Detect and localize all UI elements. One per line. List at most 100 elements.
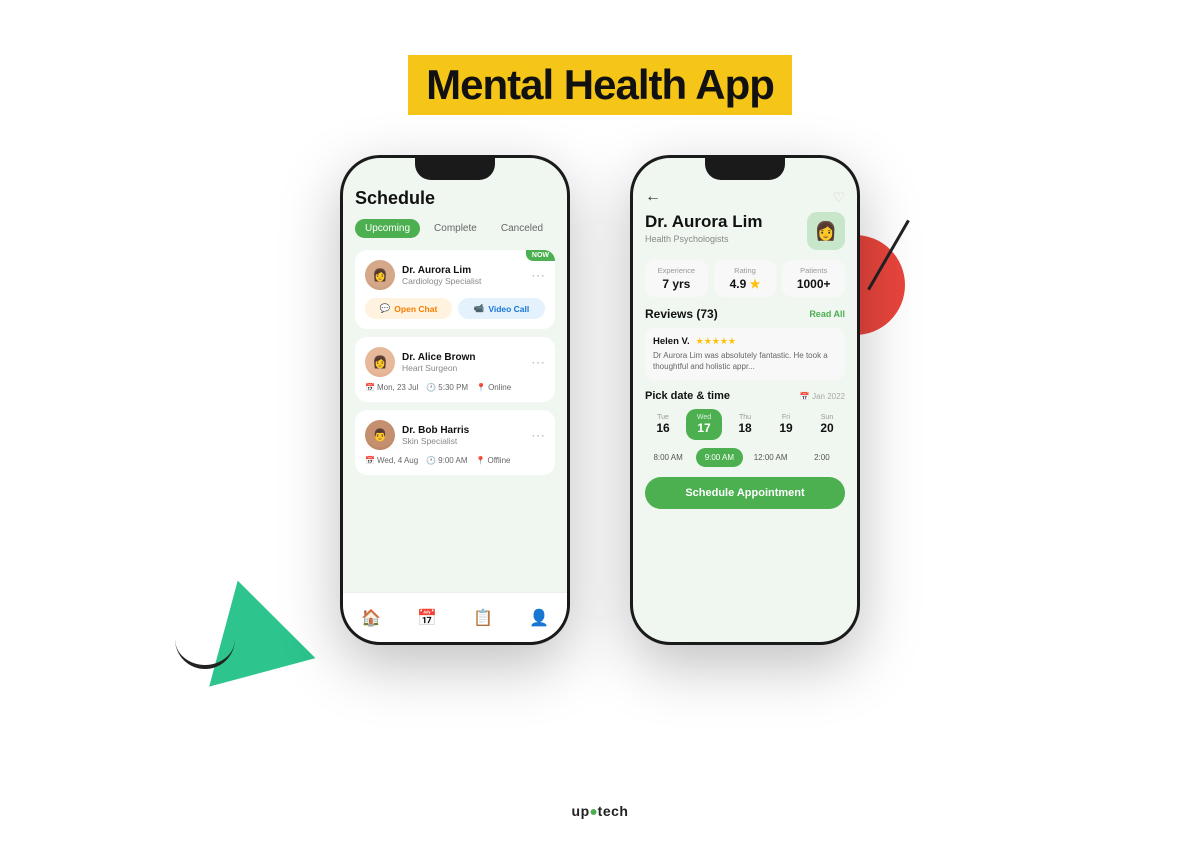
chat-icon: 💬	[380, 303, 391, 314]
doc-profile-row: Dr. Aurora Lim Health Psychologists 👩	[645, 212, 845, 250]
doc-spec-1: Cardiology Specialist	[402, 276, 481, 286]
avatar-aurora-1: 👩	[365, 260, 395, 290]
menu-dots-1[interactable]: ⋯	[531, 267, 545, 284]
review-stars: ★★★★★	[696, 336, 736, 347]
stats-row: Experience 7 yrs Rating 4.9 ★ Patients 1…	[645, 260, 845, 297]
favorite-button[interactable]: ♡	[832, 189, 845, 206]
schedule-title: Schedule	[355, 188, 555, 209]
open-chat-button[interactable]: 💬 Open Chat	[365, 298, 452, 319]
schedule-screen: Schedule Upcoming Complete Canceled NOW …	[343, 188, 567, 475]
nav-person-icon[interactable]: 👤	[529, 608, 549, 628]
calendar-small-icon: 📅	[800, 392, 810, 401]
day-fri: Fri	[770, 414, 802, 421]
calendar-icon-3: 📅	[365, 456, 375, 465]
doc-name-2: Dr. Alice Brown	[402, 352, 476, 363]
read-all-button[interactable]: Read All	[809, 309, 845, 319]
tab-complete[interactable]: Complete	[424, 219, 487, 238]
doc-text-1: Dr. Aurora Lim Cardiology Specialist	[402, 265, 481, 286]
bottom-nav: 🏠 📅 📋 👤	[343, 592, 567, 642]
detail-screen: ← ♡ Dr. Aurora Lim Health Psychologists …	[633, 180, 857, 509]
menu-dots-3[interactable]: ⋯	[531, 427, 545, 444]
reviews-header: Reviews (73) Read All	[645, 307, 845, 321]
date-item-20[interactable]: Sun 20	[809, 409, 845, 440]
time-9am[interactable]: 9:00 AM	[696, 448, 742, 467]
tab-upcoming[interactable]: Upcoming	[355, 219, 420, 238]
date-20: 20	[811, 421, 843, 435]
time-8am[interactable]: 8:00 AM	[645, 448, 691, 467]
day-tue: Tue	[647, 414, 679, 421]
appt-info-1: 👩 Dr. Aurora Lim Cardiology Specialist	[365, 260, 481, 290]
tab-row: Upcoming Complete Canceled	[355, 219, 555, 238]
doc-text-2: Dr. Alice Brown Heart Surgeon	[402, 352, 476, 373]
appt-details-2: 📅 Mon, 23 Jul 🕐 5:30 PM 📍 Online	[365, 383, 545, 392]
patients-label: Patients	[786, 266, 841, 275]
calendar-icon-2: 📅	[365, 383, 375, 392]
appt-header-3: 👨 Dr. Bob Harris Skin Specialist ⋯	[365, 420, 545, 450]
doc-text-3: Dr. Bob Harris Skin Specialist	[402, 425, 469, 446]
date-text-2: Mon, 23 Jul	[377, 383, 418, 392]
time-2[interactable]: 2:00	[799, 448, 845, 467]
nav-home-icon[interactable]: 🏠	[361, 608, 381, 628]
date-17: 17	[688, 421, 720, 435]
review-card: Helen V. ★★★★★ Dr Aurora Lim was absolut…	[645, 328, 845, 380]
appointment-card-3: 👨 Dr. Bob Harris Skin Specialist ⋯ 📅 Wed…	[355, 410, 555, 475]
date-header: Pick date & time 📅 Jan 2022	[645, 390, 845, 402]
clock-icon-2: 🕐	[426, 383, 436, 392]
time-detail-2: 🕐 5:30 PM	[426, 383, 468, 392]
phone-schedule-inner: Schedule Upcoming Complete Canceled NOW …	[343, 158, 567, 642]
now-badge: NOW	[526, 250, 555, 261]
time-text-3: 9:00 AM	[438, 456, 467, 465]
doc-profile-avatar: 👩	[807, 212, 845, 250]
nav-list-icon[interactable]: 📋	[473, 608, 493, 628]
review-header: Helen V. ★★★★★	[653, 336, 837, 347]
pick-date-title: Pick date & time	[645, 390, 730, 402]
mode-text-2: Online	[488, 383, 511, 392]
appointment-card-2: 👩 Dr. Alice Brown Heart Surgeon ⋯ 📅 Mon,…	[355, 337, 555, 402]
appointment-card-1: NOW 👩 Dr. Aurora Lim Cardiology Speciali…	[355, 250, 555, 329]
date-item-19[interactable]: Fri 19	[768, 409, 804, 440]
location-icon-3: 📍	[476, 456, 486, 465]
time-12am[interactable]: 12:00 AM	[748, 448, 794, 467]
appt-info-2: 👩 Dr. Alice Brown Heart Surgeon	[365, 347, 476, 377]
nav-calendar-icon[interactable]: 📅	[417, 608, 437, 628]
logo-dot-icon	[591, 809, 597, 815]
location-icon-2: 📍	[476, 383, 486, 392]
date-18: 18	[729, 421, 761, 435]
video-icon: 📹	[474, 303, 485, 314]
month-text: Jan 2022	[812, 392, 845, 401]
doc-spec-3: Skin Specialist	[402, 436, 469, 446]
footer-logo: uptech	[572, 803, 629, 819]
phones-container: Schedule Upcoming Complete Canceled NOW …	[0, 145, 1200, 645]
date-item-17[interactable]: Wed 17	[686, 409, 722, 440]
stat-patients: Patients 1000+	[782, 260, 845, 297]
doc-name-1: Dr. Aurora Lim	[402, 265, 481, 276]
phone-notch-2	[705, 158, 785, 180]
doc-name-3: Dr. Bob Harris	[402, 425, 469, 436]
stat-experience: Experience 7 yrs	[645, 260, 708, 297]
day-sun: Sun	[811, 414, 843, 421]
day-wed: Wed	[688, 414, 720, 421]
avatar-bob: 👨	[365, 420, 395, 450]
mode-text-3: Offline	[487, 456, 510, 465]
appt-details-3: 📅 Wed, 4 Aug 🕐 9:00 AM 📍 Offline	[365, 456, 545, 465]
doc-profile-info: Dr. Aurora Lim Health Psychologists	[645, 212, 762, 244]
video-call-button[interactable]: 📹 Video Call	[458, 298, 545, 319]
action-buttons-1: 💬 Open Chat 📹 Video Call	[365, 298, 545, 319]
date-16: 16	[647, 421, 679, 435]
date-item-16[interactable]: Tue 16	[645, 409, 681, 440]
appt-header-1: 👩 Dr. Aurora Lim Cardiology Specialist ⋯	[365, 260, 545, 290]
phone-schedule: Schedule Upcoming Complete Canceled NOW …	[340, 155, 570, 645]
patients-value: 1000+	[786, 277, 841, 291]
date-item-18[interactable]: Thu 18	[727, 409, 763, 440]
schedule-appointment-button[interactable]: Schedule Appointment	[645, 477, 845, 509]
exp-label: Experience	[649, 266, 704, 275]
doc-profile-title: Health Psychologists	[645, 234, 762, 244]
tab-canceled[interactable]: Canceled	[491, 219, 553, 238]
doc-spec-2: Heart Surgeon	[402, 363, 476, 373]
mode-detail-3: 📍 Offline	[476, 456, 511, 465]
star-icon: ★	[750, 277, 761, 291]
back-button[interactable]: ←	[645, 188, 661, 206]
menu-dots-2[interactable]: ⋯	[531, 354, 545, 371]
date-19: 19	[770, 421, 802, 435]
reviews-title: Reviews (73)	[645, 307, 718, 321]
